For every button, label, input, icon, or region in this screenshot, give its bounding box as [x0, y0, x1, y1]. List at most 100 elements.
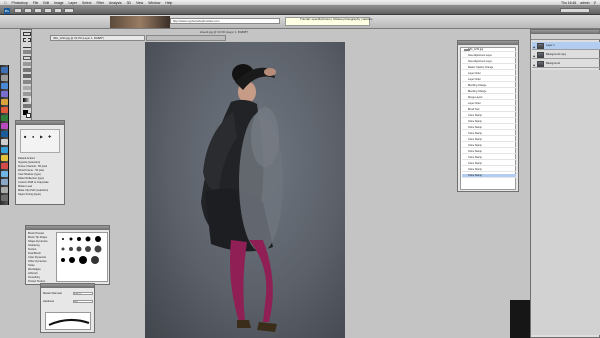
preset-option[interactable]: Brush Tip Shape	[28, 236, 47, 239]
visibility-eye-icon[interactable]: ◉	[533, 62, 536, 67]
arrange-documents-button[interactable]	[64, 8, 74, 13]
dashboard-icon[interactable]	[1, 75, 8, 81]
menu-photoshop[interactable]: Photoshop	[12, 1, 28, 5]
history-item[interactable]: Merge Layers	[462, 96, 516, 100]
diameter-field[interactable]: 100 px	[73, 292, 93, 295]
preset-option[interactable]: Wet Edges	[28, 268, 41, 271]
visibility-eye-icon[interactable]: ◉	[533, 53, 536, 58]
zoom-level-select[interactable]	[34, 8, 42, 13]
view-extras-button[interactable]	[24, 8, 32, 13]
bridge-button[interactable]	[14, 8, 22, 13]
history-item[interactable]: Layer Order	[462, 102, 516, 106]
preview-icon[interactable]	[1, 139, 8, 145]
itunes-icon[interactable]	[1, 123, 8, 129]
history-item[interactable]: Brush Tool	[462, 108, 516, 112]
history-item[interactable]: Clone Stamp	[462, 132, 516, 136]
visibility-eye-icon[interactable]: ◉	[533, 44, 536, 49]
action-row[interactable]: Default Actions	[18, 157, 35, 160]
background-color-swatch[interactable]	[26, 113, 31, 118]
history-brush-tool-icon[interactable]	[23, 86, 31, 90]
workspace-switcher[interactable]	[560, 8, 590, 13]
skype-icon[interactable]	[1, 147, 8, 153]
history-item[interactable]: New Adjustment Layer	[462, 60, 516, 64]
action-row[interactable]: Sepia Toning (layer)	[18, 193, 41, 196]
trash-icon[interactable]	[1, 195, 8, 201]
menu-view[interactable]: View	[136, 1, 143, 5]
preset-option[interactable]: Smoothing	[28, 276, 40, 279]
history-item[interactable]: Layer Order	[462, 78, 516, 82]
lasso-tool-icon[interactable]	[23, 44, 31, 48]
notes-icon[interactable]	[1, 155, 8, 161]
eraser-tool-icon[interactable]	[23, 92, 31, 96]
brush-presets-header[interactable]	[26, 226, 109, 230]
history-item[interactable]: Master Opacity Change	[462, 66, 516, 70]
action-row[interactable]: Water Reflection (type)	[18, 177, 44, 180]
history-item[interactable]: Clone Stamp	[462, 150, 516, 154]
action-row[interactable]: Frame Channel - 50 pixel	[18, 165, 47, 168]
history-item[interactable]: Clone Stamp	[462, 162, 516, 166]
preset-option[interactable]: Noise	[28, 264, 35, 267]
preset-option[interactable]: Airbrush	[28, 272, 38, 275]
brush-options-header[interactable]	[41, 284, 94, 288]
document-tab-inactive[interactable]	[146, 35, 226, 41]
history-item-selected[interactable]: Clone Stamp	[462, 174, 516, 178]
rotate-view-button[interactable]	[54, 8, 62, 13]
menu-window[interactable]: Window	[148, 1, 160, 5]
history-item[interactable]: Clone Stamp	[462, 120, 516, 124]
play-icon[interactable]: ▶	[40, 134, 43, 139]
menu-edit[interactable]: Edit	[43, 1, 49, 5]
apple-menu-icon[interactable]: 	[4, 1, 7, 5]
action-row[interactable]: Molten Lead	[18, 185, 32, 188]
healing-brush-tool-icon[interactable]	[23, 68, 31, 72]
brush-tool-icon[interactable]	[23, 74, 31, 78]
action-row[interactable]: Custom RGB to Grayscale	[18, 181, 49, 184]
history-item[interactable]: Clone Stamp	[462, 168, 516, 172]
messages-icon[interactable]	[1, 115, 8, 121]
crop-tool-icon[interactable]	[23, 56, 31, 60]
preset-option[interactable]: Color Dynamics	[28, 256, 46, 259]
brush-tip-grid[interactable]	[56, 232, 108, 282]
preset-option[interactable]: Scattering	[28, 244, 40, 247]
new-action-icon[interactable]: ✚	[48, 134, 51, 139]
firefox-icon[interactable]	[1, 107, 8, 113]
layers-panel-tabs[interactable]	[531, 34, 600, 40]
actions-panel-header[interactable]	[16, 121, 64, 125]
clone-stamp-tool-icon[interactable]	[23, 80, 31, 84]
address-bar[interactable]: http://www.myphotoshopbrushes.com	[170, 18, 280, 24]
menu-select[interactable]: Select	[82, 1, 91, 5]
safari-icon[interactable]	[1, 83, 8, 89]
system-prefs-icon[interactable]	[1, 171, 8, 177]
dodge-tool-icon[interactable]	[23, 104, 31, 108]
preset-option[interactable]: Shape Dynamics	[28, 240, 48, 243]
finder-icon[interactable]	[1, 67, 8, 73]
action-row[interactable]: Cast Shadow (type)	[18, 173, 41, 176]
history-item[interactable]: Clone Stamp	[462, 126, 516, 130]
photoshop-dock-icon[interactable]	[1, 131, 8, 137]
history-item[interactable]: Clone Stamp	[462, 138, 516, 142]
acrobat-icon[interactable]	[1, 163, 8, 169]
history-item[interactable]: New Adjustment Layer	[462, 54, 516, 58]
menu-layer[interactable]: Layer	[69, 1, 77, 5]
history-item[interactable]: Clone Stamp	[462, 114, 516, 118]
quick-select-tool-icon[interactable]	[23, 50, 31, 54]
document-tab[interactable]: IMG_1234.jpg @ 33.3% (Layer 1, RGB/8*)	[50, 35, 145, 41]
mail-icon[interactable]	[1, 91, 8, 97]
gradient-tool-icon[interactable]	[23, 98, 31, 102]
menu-filter[interactable]: Filter	[96, 1, 104, 5]
hardness-field[interactable]: 0%	[73, 300, 93, 303]
history-item[interactable]: Clone Stamp	[462, 144, 516, 148]
hand-tool-button[interactable]	[44, 8, 52, 13]
move-tool-icon[interactable]	[23, 32, 31, 36]
menu-analysis[interactable]: Analysis	[109, 1, 122, 5]
menu-image[interactable]: Image	[54, 1, 63, 5]
action-row[interactable]: Make Clip Path (selection)	[18, 189, 48, 192]
history-item[interactable]: Blending Change	[462, 90, 516, 94]
spotlight-icon[interactable]: ⚲	[594, 1, 596, 5]
history-item[interactable]: Blending Change	[462, 84, 516, 88]
layer-row-selected[interactable]: ◉ Layer 1	[532, 42, 600, 50]
user-menu[interactable]: admin	[580, 1, 589, 5]
documents-icon[interactable]	[1, 187, 8, 193]
preset-option[interactable]: Brush Presets	[28, 232, 44, 235]
action-row[interactable]: Vignette (selection)	[18, 161, 40, 164]
history-panel-header[interactable]	[458, 41, 518, 45]
